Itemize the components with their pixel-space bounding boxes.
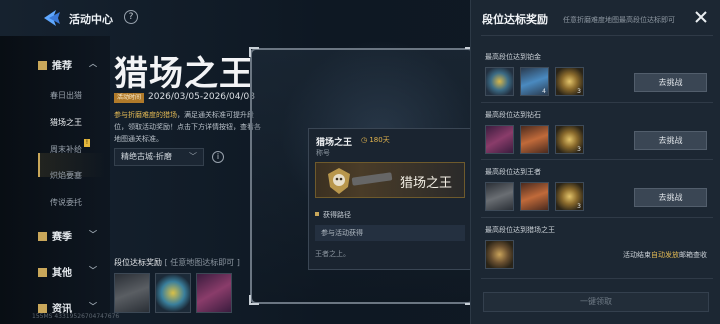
tooltip-source: 参与活动获得 — [315, 225, 465, 241]
title-banner: 猎场之王 — [315, 162, 465, 198]
skull-emblem-icon — [328, 168, 350, 194]
challenge-button[interactable]: 去挑战 — [634, 73, 707, 92]
footer-status: 155MS 43319526704747676 — [32, 313, 120, 320]
reward-item-rifle[interactable] — [485, 182, 514, 211]
event-time-value: 2026/03/05-2026/04/08 — [148, 92, 255, 102]
sidebar-item-weekend-supply[interactable]: 周末补给! — [50, 139, 90, 155]
tooltip-footer: 王者之上。 — [315, 250, 350, 258]
event-title: 猎场之王 — [114, 54, 254, 94]
rank-reward-strip-title: 段位达标奖励 [ 任意地图达标即可 ] — [114, 258, 240, 267]
event-time-tag: 活动时间 — [114, 93, 145, 103]
reward-row-label: 最高段位达到钻石 — [485, 111, 541, 119]
tooltip-section-heading: 获得路径 — [315, 210, 351, 220]
reward-item-title-emblem[interactable] — [485, 240, 514, 269]
close-icon — [695, 11, 707, 23]
event-description: 参与折磨难度的猎场，满足通关标准可提升段位，领取活动奖励！点击下方详情按钮，查看… — [114, 111, 261, 143]
reward-row-label: 最高段位达到猎场之王 — [485, 226, 555, 234]
sidebar: 推荐 ︿ 春日出猎 猎场之王 周末补给! 炽焰要塞 传说委托 赛季 ﹀ 其他 ﹀… — [0, 36, 110, 324]
chevron-down-icon: ﹀ — [189, 152, 197, 161]
reward-item-card[interactable] — [520, 182, 549, 211]
rifle-graphic — [351, 172, 393, 186]
sidebar-item-legend-commission[interactable]: 传说委托 — [50, 197, 82, 208]
frame-corner — [249, 47, 259, 57]
auto-grant-note: 活动结束自动发放邮箱查收 — [623, 251, 707, 259]
divider — [481, 159, 713, 160]
challenge-button[interactable]: 去挑战 — [634, 131, 707, 150]
season-icon — [38, 232, 47, 241]
rank-reward-panel: 段位达标奖励 任意折磨难度地图最高段位达标即可 最高段位达到铂金 4 3 去挑战… — [470, 0, 720, 324]
reward-item-card[interactable]: 4 — [520, 67, 549, 96]
panel-subtitle: 任意折磨难度地图最高段位达标即可 — [563, 16, 675, 24]
map-selector[interactable]: 精绝古城-折磨 ﹀ — [114, 148, 204, 166]
tooltip-item-name: 猎场之王 — [316, 138, 353, 148]
info-icon[interactable]: i — [212, 151, 224, 163]
close-button[interactable] — [691, 7, 711, 27]
frame-corner — [249, 295, 259, 305]
panel-title: 段位达标奖励 — [482, 13, 548, 26]
banner-text: 猎场之王 — [399, 176, 452, 191]
reward-item-card[interactable] — [520, 125, 549, 154]
reward-thumb-amulet[interactable] — [155, 273, 191, 313]
challenge-button[interactable]: 去挑战 — [634, 188, 707, 207]
page-title: 活动中心 — [69, 13, 113, 26]
item-tooltip: 猎场之王 ◷ 180天 称号 猎场之王 获得路径 参与活动获得 王者之上。 — [308, 128, 472, 270]
sidebar-category-season[interactable]: 赛季 ﹀ — [38, 228, 97, 243]
recommend-icon — [38, 61, 47, 70]
chevron-down-icon: ﹀ — [89, 302, 97, 311]
news-icon — [38, 304, 47, 313]
sidebar-item-blaze-fortress[interactable]: 炽焰要塞 — [50, 170, 82, 181]
divider — [481, 217, 713, 218]
chevron-down-icon: ﹀ — [89, 230, 97, 239]
chevron-down-icon: ﹀ — [89, 266, 97, 275]
sidebar-item-spring-hunt[interactable]: 春日出猎 — [50, 90, 82, 101]
reward-item-weapon[interactable] — [485, 125, 514, 154]
divider — [481, 35, 713, 36]
reward-item-amulet[interactable] — [485, 67, 514, 96]
reward-item-medal[interactable]: 3 — [555, 125, 584, 154]
tooltip-duration: ◷ 180天 — [361, 136, 390, 144]
reward-thumb-weapon[interactable] — [196, 273, 232, 313]
reward-row-label: 最高段位达到王者 — [485, 168, 541, 176]
divider — [481, 278, 713, 279]
other-icon — [38, 268, 47, 277]
reward-item-medal[interactable]: 3 — [555, 67, 584, 96]
back-arrow-icon — [44, 10, 60, 26]
activity-center-screen: 活动中心 ? 推荐 ︿ 春日出猎 猎场之王 周末补给! 炽焰要塞 传说委托 赛季… — [0, 0, 720, 324]
reward-row-label: 最高段位达到铂金 — [485, 53, 541, 61]
top-bar: 活动中心 ? — [0, 0, 470, 36]
reward-thumb-rifle[interactable] — [114, 273, 150, 313]
sidebar-item-hunting-king[interactable]: 猎场之王 — [50, 117, 82, 128]
back-button[interactable] — [40, 8, 64, 28]
divider — [481, 102, 713, 103]
help-icon[interactable]: ? — [124, 10, 138, 24]
sidebar-category-other[interactable]: 其他 ﹀ — [38, 264, 97, 279]
reward-item-medal[interactable]: 3 — [555, 182, 584, 211]
notification-badge: ! — [84, 139, 90, 147]
claim-all-button[interactable]: 一键领取 — [483, 292, 709, 312]
chevron-up-icon: ︿ — [89, 59, 97, 68]
tooltip-item-type: 称号 — [316, 149, 330, 157]
sidebar-category-recommend[interactable]: 推荐 ︿ — [38, 57, 97, 72]
